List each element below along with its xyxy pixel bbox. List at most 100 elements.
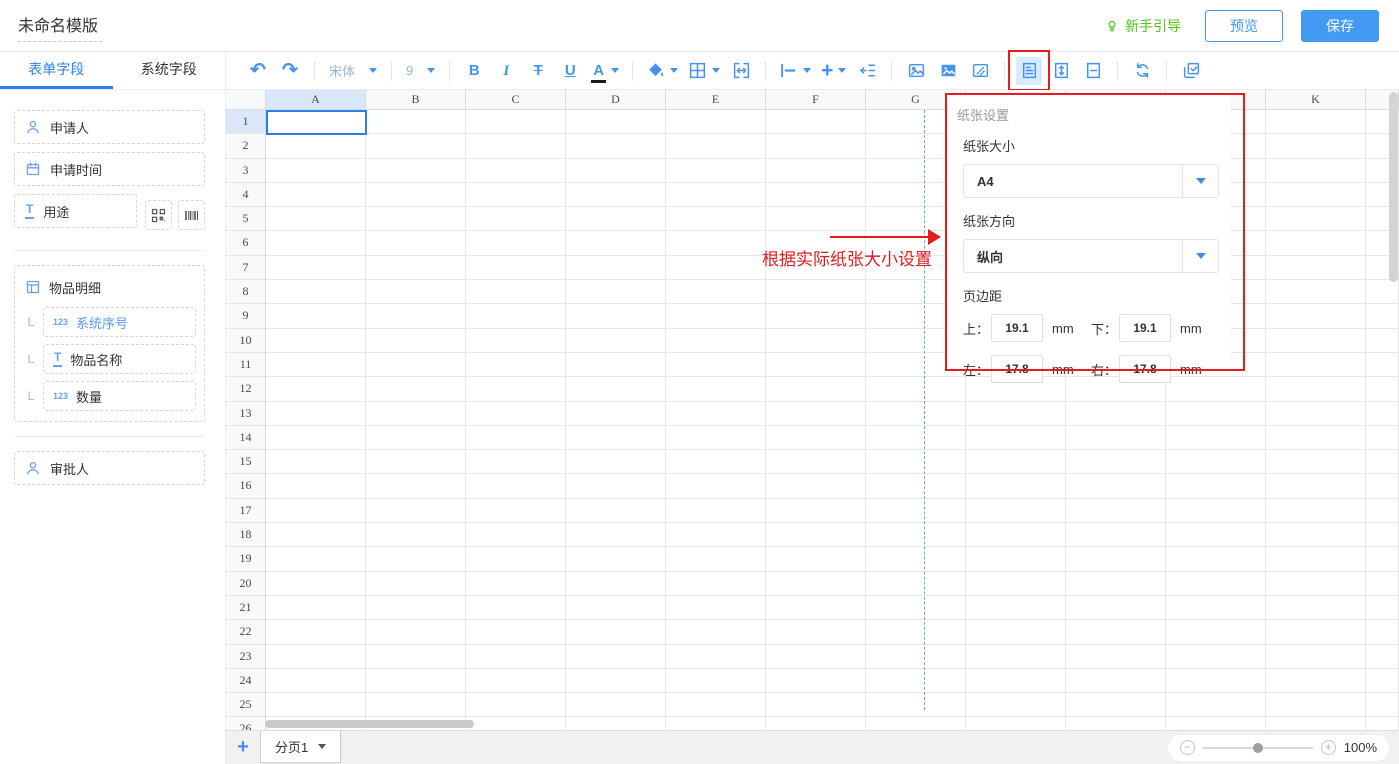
dropdown-button[interactable]: [1182, 165, 1218, 197]
cell-I25[interactable]: [1066, 693, 1166, 717]
row-header-12[interactable]: 12: [226, 377, 266, 401]
cell-C6[interactable]: [466, 231, 566, 255]
cell-G17[interactable]: [866, 499, 966, 523]
cell-H16[interactable]: [966, 474, 1066, 498]
row-header-1[interactable]: 1: [226, 110, 266, 134]
cell-G22[interactable]: [866, 620, 966, 644]
cell-C16[interactable]: [466, 474, 566, 498]
cell-J16[interactable]: [1166, 474, 1266, 498]
preview-button[interactable]: 预览: [1205, 10, 1283, 42]
cell-D1[interactable]: [566, 110, 666, 134]
cell-D13[interactable]: [566, 402, 666, 426]
cell-G16[interactable]: [866, 474, 966, 498]
cell-A13[interactable]: [266, 402, 366, 426]
cell-A21[interactable]: [266, 596, 366, 620]
cell-E10[interactable]: [666, 329, 766, 353]
barcode-field[interactable]: [178, 200, 205, 230]
cell-K21[interactable]: [1266, 596, 1366, 620]
cell-I20[interactable]: [1066, 572, 1166, 596]
cell-G18[interactable]: [866, 523, 966, 547]
cell-G23[interactable]: [866, 645, 966, 669]
cell-B23[interactable]: [366, 645, 466, 669]
beginner-guide-link[interactable]: 新手引导: [1104, 16, 1181, 36]
row-header-22[interactable]: 22: [226, 620, 266, 644]
cell-F4[interactable]: [766, 183, 866, 207]
cell-D9[interactable]: [566, 304, 666, 328]
cell-D19[interactable]: [566, 547, 666, 571]
refresh-button[interactable]: [1129, 57, 1155, 85]
cell-K22[interactable]: [1266, 620, 1366, 644]
cell-B1[interactable]: [366, 110, 466, 134]
field-system-no[interactable]: 123 系统序号: [43, 307, 196, 337]
cell-G24[interactable]: [866, 669, 966, 693]
page-setup-button[interactable]: [1016, 57, 1042, 85]
cell-F10[interactable]: [766, 329, 866, 353]
vertical-scrollbar[interactable]: [1389, 92, 1398, 282]
cell-B12[interactable]: [366, 377, 466, 401]
field-approver[interactable]: 审批人: [14, 451, 205, 485]
cell-B6[interactable]: [366, 231, 466, 255]
cell-E17[interactable]: [666, 499, 766, 523]
cell-E6[interactable]: [666, 231, 766, 255]
cell-E1[interactable]: [666, 110, 766, 134]
cell-E18[interactable]: [666, 523, 766, 547]
font-family-select[interactable]: 宋体: [323, 61, 383, 80]
cell-H18[interactable]: [966, 523, 1066, 547]
cell-K24[interactable]: [1266, 669, 1366, 693]
cell-A10[interactable]: [266, 329, 366, 353]
field-apply-time[interactable]: 申请时间: [14, 152, 205, 186]
cell-C7[interactable]: [466, 256, 566, 280]
cell-H17[interactable]: [966, 499, 1066, 523]
cell-C3[interactable]: [466, 159, 566, 183]
cell-H15[interactable]: [966, 450, 1066, 474]
column-header-D[interactable]: D: [566, 90, 666, 110]
cell-C23[interactable]: [466, 645, 566, 669]
cell-D6[interactable]: [566, 231, 666, 255]
cell-F5[interactable]: [766, 207, 866, 231]
orientation-select[interactable]: 纵向: [963, 239, 1219, 273]
cell-H22[interactable]: [966, 620, 1066, 644]
copy-check-button[interactable]: [1178, 57, 1204, 85]
cell-C12[interactable]: [466, 377, 566, 401]
cell-F26[interactable]: [766, 717, 866, 730]
cell-K4[interactable]: [1266, 183, 1366, 207]
cell-B22[interactable]: [366, 620, 466, 644]
cell-G19[interactable]: [866, 547, 966, 571]
cell-C17[interactable]: [466, 499, 566, 523]
row-header-3[interactable]: 3: [226, 159, 266, 183]
undo-button[interactable]: ↶: [245, 57, 271, 85]
cell-A12[interactable]: [266, 377, 366, 401]
row-height-button[interactable]: [1048, 57, 1074, 85]
cell-E15[interactable]: [666, 450, 766, 474]
cell-H25[interactable]: [966, 693, 1066, 717]
row-header-19[interactable]: 19: [226, 547, 266, 571]
cell-D3[interactable]: [566, 159, 666, 183]
cell-B14[interactable]: [366, 426, 466, 450]
cell-B24[interactable]: [366, 669, 466, 693]
cell-B7[interactable]: [366, 256, 466, 280]
cell-A22[interactable]: [266, 620, 366, 644]
row-header-21[interactable]: 21: [226, 596, 266, 620]
dropdown-button[interactable]: [1182, 240, 1218, 272]
cell-A17[interactable]: [266, 499, 366, 523]
cell-E4[interactable]: [666, 183, 766, 207]
cell-B16[interactable]: [366, 474, 466, 498]
select-all-corner[interactable]: [226, 90, 266, 110]
cell-J17[interactable]: [1166, 499, 1266, 523]
cell-C15[interactable]: [466, 450, 566, 474]
page-margin-button[interactable]: [1080, 57, 1106, 85]
cell-I23[interactable]: [1066, 645, 1166, 669]
cell-B13[interactable]: [366, 402, 466, 426]
cell-J24[interactable]: [1166, 669, 1266, 693]
cell-D20[interactable]: [566, 572, 666, 596]
cell-E9[interactable]: [666, 304, 766, 328]
cell-G26[interactable]: [866, 717, 966, 730]
row-header-16[interactable]: 16: [226, 474, 266, 498]
cell-D23[interactable]: [566, 645, 666, 669]
cell-A1[interactable]: [266, 110, 366, 134]
cell-D12[interactable]: [566, 377, 666, 401]
row-header-25[interactable]: 25: [226, 693, 266, 717]
cell-C8[interactable]: [466, 280, 566, 304]
column-header-A[interactable]: A: [266, 90, 366, 110]
cell-F14[interactable]: [766, 426, 866, 450]
